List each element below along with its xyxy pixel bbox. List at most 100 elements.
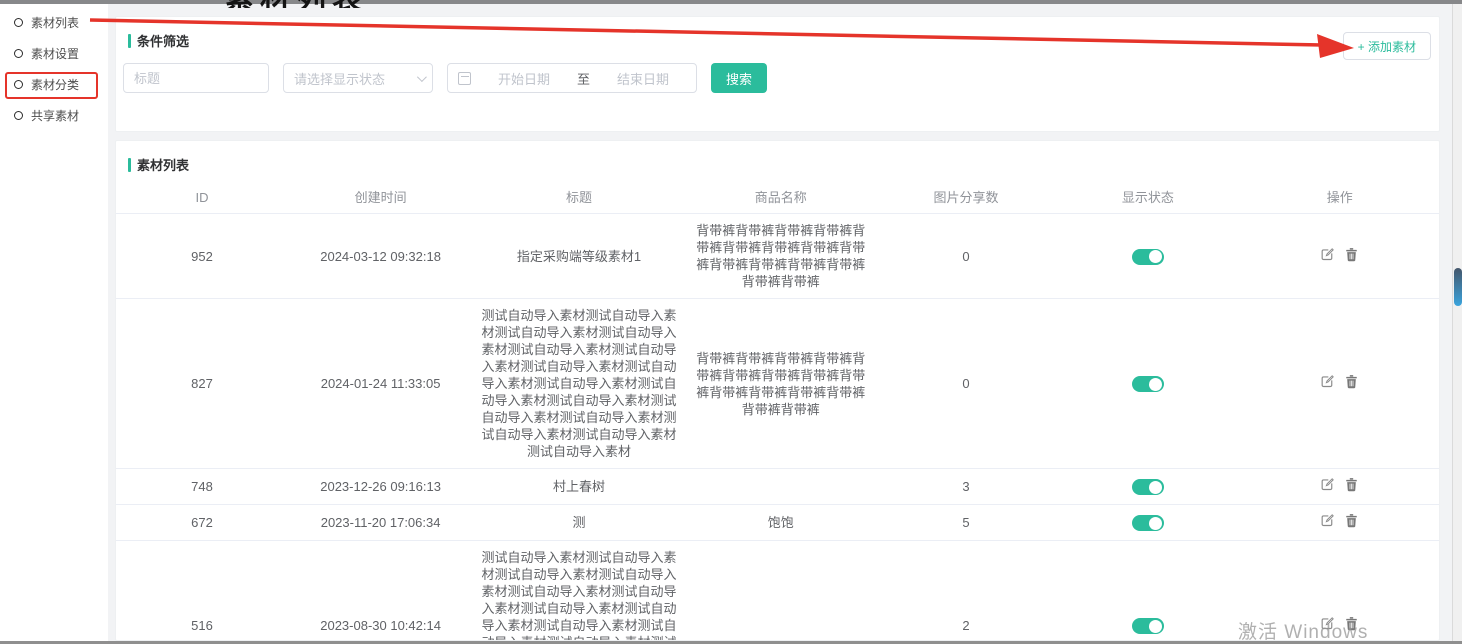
edit-icon[interactable]	[1320, 247, 1335, 262]
table-row: 672 2023-11-20 17:06:34 测 饱饱 5	[116, 505, 1439, 541]
status-select-placeholder: 请选择显示状态	[294, 69, 385, 88]
row-created-cell: 2024-01-24 11:33:05	[288, 375, 473, 392]
sidebar-item-label: 共享素材	[31, 107, 79, 124]
sidebar-item-label: 素材列表	[31, 14, 79, 31]
section-accent-bar	[128, 34, 131, 48]
search-button[interactable]: 搜索	[711, 63, 767, 93]
row-product-cell: 背带裤背带裤背带裤背带裤背带裤背带裤背带裤背带裤背带裤背带裤背带裤背带裤背带裤背…	[685, 222, 877, 290]
row-status-cell	[1055, 478, 1240, 496]
table-row: 952 2024-03-12 09:32:18 指定采购端等级素材1 背带裤背带…	[116, 214, 1439, 299]
row-created-cell: 2023-08-30 10:42:14	[288, 617, 473, 634]
table-section-header: 素材列表	[116, 141, 1439, 174]
activate-windows-watermark: 激活 Windows	[1238, 617, 1368, 644]
filter-row: 请选择显示状态 开始日期 至 结束日期 搜索	[123, 63, 767, 93]
row-title-cell: 测	[473, 514, 685, 531]
delete-icon[interactable]	[1344, 513, 1359, 528]
toggle-knob	[1149, 517, 1162, 530]
column-header-title: 标题	[473, 189, 685, 206]
row-actions-cell	[1241, 374, 1439, 393]
scrollbar-thumb[interactable]	[1454, 268, 1462, 306]
date-range-separator: 至	[577, 69, 590, 88]
material-table: ID 创建时间 标题 商品名称 图片分享数 显示状态 操作 952 2024-0…	[116, 181, 1439, 641]
sidebar-item-material-category[interactable]: 素材分类	[0, 69, 108, 100]
row-actions	[1320, 374, 1359, 389]
column-header-actions: 操作	[1241, 189, 1439, 206]
sidebar-item-label: 素材设置	[31, 45, 79, 62]
status-toggle[interactable]	[1132, 376, 1164, 392]
window-top-edge	[0, 0, 1462, 4]
delete-icon[interactable]	[1344, 477, 1359, 492]
sidebar-item-label: 素材分类	[31, 76, 79, 93]
circle-icon	[14, 49, 23, 58]
row-created-cell: 2023-12-26 09:16:13	[288, 478, 473, 495]
table-header-row: ID 创建时间 标题 商品名称 图片分享数 显示状态 操作	[116, 181, 1439, 214]
delete-icon[interactable]	[1344, 247, 1359, 262]
row-actions	[1320, 513, 1359, 528]
row-shares-cell: 0	[877, 375, 1056, 392]
row-status-cell	[1055, 617, 1240, 635]
delete-icon[interactable]	[1344, 374, 1359, 389]
sidebar: 素材列表 素材设置 素材分类 共享素材	[0, 4, 108, 644]
row-shares-cell: 0	[877, 248, 1056, 265]
row-status-cell	[1055, 375, 1240, 393]
row-id-cell: 952	[116, 248, 288, 265]
row-status-cell	[1055, 514, 1240, 532]
row-title-cell: 指定采购端等级素材1	[473, 248, 685, 265]
status-filter-select[interactable]: 请选择显示状态	[283, 63, 433, 93]
row-actions-cell	[1241, 477, 1439, 496]
material-list-card: 素材列表 ID 创建时间 标题 商品名称 图片分享数 显示状态 操作 952 2…	[115, 140, 1440, 641]
column-header-status: 显示状态	[1055, 189, 1240, 206]
row-actions	[1320, 247, 1359, 262]
title-filter-field	[123, 63, 269, 93]
edit-icon[interactable]	[1320, 513, 1335, 528]
end-date-placeholder: 结束日期	[600, 69, 686, 88]
table-row: 827 2024-01-24 11:33:05 测试自动导入素材测试自动导入素材…	[116, 299, 1439, 469]
circle-icon	[14, 111, 23, 120]
main-content: 条件筛选 请选择显示状态 开始日期 至 结束日期 搜索 + 添加素材	[108, 4, 1452, 644]
column-header-product: 商品名称	[685, 189, 877, 206]
chevron-down-icon	[417, 72, 427, 82]
row-id-cell: 827	[116, 375, 288, 392]
toggle-knob	[1149, 378, 1162, 391]
calendar-icon	[458, 72, 471, 85]
row-created-cell: 2024-03-12 09:32:18	[288, 248, 473, 265]
row-actions-cell	[1241, 513, 1439, 532]
row-created-cell: 2023-11-20 17:06:34	[288, 514, 473, 531]
cropped-page-title: 素材列表	[224, 0, 504, 8]
title-filter-input[interactable]	[124, 71, 268, 86]
edit-icon[interactable]	[1320, 477, 1335, 492]
row-shares-cell: 2	[877, 617, 1056, 634]
filter-section-header: 条件筛选	[116, 17, 1439, 50]
table-row: 748 2023-12-26 09:16:13 村上春树 3	[116, 469, 1439, 505]
sidebar-item-material-settings[interactable]: 素材设置	[0, 38, 108, 69]
column-header-id: ID	[116, 189, 288, 206]
row-actions-cell	[1241, 247, 1439, 266]
add-material-button[interactable]: + 添加素材	[1343, 32, 1431, 60]
column-header-shares: 图片分享数	[877, 189, 1056, 206]
table-section-title: 素材列表	[137, 155, 189, 174]
row-product-cell: 饱饱	[685, 514, 877, 531]
row-product-cell: 背带裤背带裤背带裤背带裤背带裤背带裤背带裤背带裤背带裤背带裤背带裤背带裤背带裤背…	[685, 350, 877, 418]
status-toggle[interactable]	[1132, 249, 1164, 265]
sidebar-item-material-list[interactable]: 素材列表	[0, 7, 108, 38]
row-title-cell: 测试自动导入素材测试自动导入素材测试自动导入素材测试自动导入素材测试自动导入素材…	[473, 549, 685, 641]
row-title-cell: 测试自动导入素材测试自动导入素材测试自动导入素材测试自动导入素材测试自动导入素材…	[473, 307, 685, 460]
date-range-picker[interactable]: 开始日期 至 结束日期	[447, 63, 697, 93]
status-toggle[interactable]	[1132, 515, 1164, 531]
circle-icon	[14, 18, 23, 27]
screen: 素材列表 素材列表 素材设置 素材分类 共享素材 条件筛选	[0, 0, 1462, 644]
row-shares-cell: 5	[877, 514, 1056, 531]
row-status-cell	[1055, 247, 1240, 265]
status-toggle[interactable]	[1132, 618, 1164, 634]
status-toggle[interactable]	[1132, 479, 1164, 495]
row-id-cell: 672	[116, 514, 288, 531]
toggle-knob	[1149, 250, 1162, 263]
row-id-cell: 516	[116, 617, 288, 634]
vertical-scrollbar[interactable]	[1452, 4, 1462, 641]
row-id-cell: 748	[116, 478, 288, 495]
edit-icon[interactable]	[1320, 374, 1335, 389]
sidebar-item-shared-material[interactable]: 共享素材	[0, 100, 108, 131]
row-shares-cell: 3	[877, 478, 1056, 495]
section-accent-bar	[128, 158, 131, 172]
start-date-placeholder: 开始日期	[481, 69, 567, 88]
